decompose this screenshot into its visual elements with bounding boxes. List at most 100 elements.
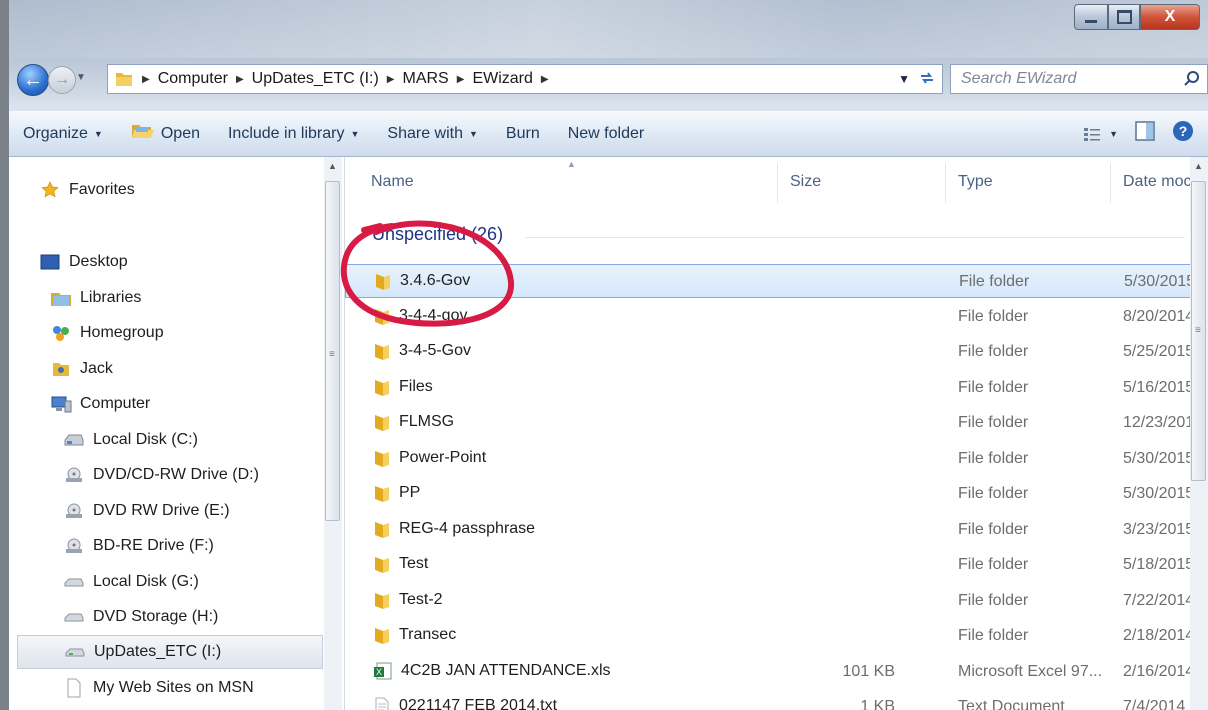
file-row[interactable]: REG-4 passphrase File folder 3/23/2015 — [345, 513, 1208, 547]
file-name-cell: 3-4-5-Gov — [373, 341, 471, 361]
maximize-button[interactable] — [1108, 4, 1140, 30]
recent-pages-dropdown[interactable]: ▼ — [76, 72, 86, 83]
column-type[interactable]: Type — [958, 173, 993, 191]
file-row[interactable]: FLMSG File folder 12/23/201 — [345, 406, 1208, 440]
forward-button[interactable]: → — [48, 66, 76, 94]
new-folder-button[interactable]: New folder — [554, 111, 658, 156]
file-row[interactable]: Transec File folder 2/18/2014 — [345, 619, 1208, 653]
file-date: 2/16/2014 — [1123, 662, 1195, 680]
computer-icon — [50, 395, 72, 413]
minimize-icon — [1085, 19, 1097, 23]
file-date: 5/30/2015 — [1124, 273, 1196, 290]
homegroup-icon — [50, 324, 72, 342]
chevron-down-icon: ▼ — [469, 128, 478, 139]
breadcrumb-mars[interactable]: MARS — [403, 70, 449, 88]
file-date: 7/22/2014 — [1123, 591, 1195, 609]
scroll-up-icon[interactable]: ▲ — [328, 161, 337, 171]
nav-drive-f[interactable]: BD-RE Drive (F:) — [63, 529, 214, 563]
column-date[interactable]: Date moc — [1123, 173, 1191, 191]
column-name[interactable]: Name — [371, 173, 414, 191]
nav-favorites[interactable]: Favorites — [39, 173, 135, 207]
file-date: 3/23/2015 — [1123, 520, 1195, 538]
file-type: File folder — [958, 627, 1029, 644]
breadcrumb-separator-icon: ▶ — [540, 73, 549, 85]
chevron-down-icon: ▼ — [350, 128, 360, 139]
nav-computer[interactable]: Computer — [50, 387, 150, 421]
nav-drive-h[interactable]: DVD Storage (H:) — [63, 600, 218, 634]
file-date: 5/16/2015 — [1123, 378, 1195, 396]
column-divider[interactable] — [945, 163, 946, 203]
star-icon — [39, 181, 61, 199]
nav-drive-e[interactable]: DVD RW Drive (E:) — [63, 494, 230, 528]
organize-button[interactable]: Organize ▼ — [9, 111, 117, 156]
file-name: Test-2 — [399, 590, 443, 608]
folder-icon — [114, 70, 134, 88]
file-row[interactable]: Files File folder 5/16/2015 — [345, 371, 1208, 405]
svg-text:X: X — [376, 667, 382, 677]
nav-my-web-sites-label: My Web Sites on MSN — [93, 679, 254, 696]
file-type: File folder — [958, 343, 1029, 360]
help-button[interactable]: ? — [1172, 120, 1194, 147]
refresh-button[interactable] — [918, 71, 936, 88]
column-divider[interactable] — [1110, 163, 1111, 203]
column-divider[interactable] — [777, 163, 778, 203]
file-date: 5/18/2015 — [1123, 556, 1195, 573]
include-in-library-label: Include in library — [227, 124, 345, 142]
annotation-circle — [340, 220, 515, 327]
minimize-button[interactable] — [1074, 4, 1108, 30]
navigation-pane: Favorites Desktop Libraries Homegroup Ja… — [9, 157, 345, 710]
folder-icon — [373, 590, 391, 610]
file-name: Transec — [399, 626, 457, 643]
nav-jack[interactable]: Jack — [50, 352, 113, 386]
file-row[interactable]: X 4C2B JAN ATTENDANCE.xls 101 KB Microsoft … — [345, 655, 1208, 689]
file-type: File folder — [958, 307, 1029, 325]
nav-drive-d[interactable]: DVD/CD-RW Drive (D:) — [63, 458, 259, 492]
nav-libraries[interactable]: Libraries — [50, 281, 141, 315]
list-scrollbar[interactable]: ▲ ≡ — [1190, 157, 1208, 710]
file-row[interactable]: Test File folder 5/18/2015 — [345, 548, 1208, 582]
view-controls: ▼ ? — [1083, 111, 1208, 156]
change-view-button[interactable]: ▼ — [1083, 126, 1118, 142]
nav-drive-i[interactable]: UpDates_ETC (I:) — [17, 635, 323, 669]
nav-drive-g[interactable]: Local Disk (G:) — [63, 565, 199, 599]
file-row[interactable]: Test-2 File folder 7/22/2014 — [345, 584, 1208, 618]
file-name-cell: REG-4 passphrase — [373, 519, 535, 539]
back-button[interactable]: ← — [17, 64, 49, 96]
share-with-button[interactable]: Share with ▼ — [373, 111, 492, 156]
breadcrumb-separator-icon: ▶ — [456, 73, 465, 85]
search-input[interactable]: Search EWizard — [950, 64, 1208, 94]
nav-jack-label: Jack — [80, 360, 113, 377]
column-size[interactable]: Size — [790, 173, 821, 191]
open-folder-icon — [131, 122, 155, 145]
nav-my-web-sites[interactable]: My Web Sites on MSN — [63, 671, 254, 705]
address-history-dropdown[interactable]: ▼ — [898, 72, 910, 86]
open-button[interactable]: Open — [117, 111, 214, 156]
close-button[interactable]: X — [1140, 4, 1200, 30]
file-row[interactable]: 3-4-5-Gov File folder 5/25/2015 — [345, 335, 1208, 369]
file-date: 5/30/2015 — [1123, 485, 1195, 502]
scroll-up-icon[interactable]: ▲ — [1194, 161, 1203, 171]
include-in-library-button[interactable]: Include in library ▼ — [214, 111, 373, 156]
column-header: Name ▲ Size Type Date moc — [345, 157, 1208, 207]
nav-drive-c[interactable]: Local Disk (C:) — [63, 423, 198, 457]
caption-buttons: X — [1074, 4, 1200, 30]
libraries-icon — [50, 289, 72, 307]
preview-pane-button[interactable] — [1134, 120, 1156, 147]
breadcrumb-computer[interactable]: Computer — [158, 70, 228, 88]
file-name-cell: 0221147 FEB 2014.txt — [373, 696, 557, 710]
folder-icon — [373, 483, 391, 503]
burn-button[interactable]: Burn — [492, 111, 554, 156]
nav-desktop[interactable]: Desktop — [39, 245, 128, 279]
breadcrumb-ewizard[interactable]: EWizard — [472, 70, 532, 88]
address-bar[interactable]: ▶ Computer ▶ UpDates_ETC (I:) ▶ MARS ▶ E… — [107, 64, 943, 94]
file-name-cell: X 4C2B JAN ATTENDANCE.xls — [373, 661, 611, 681]
chevron-down-icon: ▼ — [1109, 128, 1118, 139]
address-actions: ▼ — [898, 71, 942, 88]
share-with-label: Share with — [387, 124, 463, 142]
breadcrumb-drive[interactable]: UpDates_ETC (I:) — [252, 70, 379, 88]
file-row[interactable]: Power-Point File folder 5/30/2015 — [345, 442, 1208, 476]
search-icon[interactable] — [1183, 70, 1201, 93]
file-row[interactable]: 0221147 FEB 2014.txt 1 KB Text Document 7/4… — [345, 690, 1208, 710]
file-row[interactable]: PP File folder 5/30/2015 — [345, 477, 1208, 511]
nav-homegroup[interactable]: Homegroup — [50, 316, 164, 350]
